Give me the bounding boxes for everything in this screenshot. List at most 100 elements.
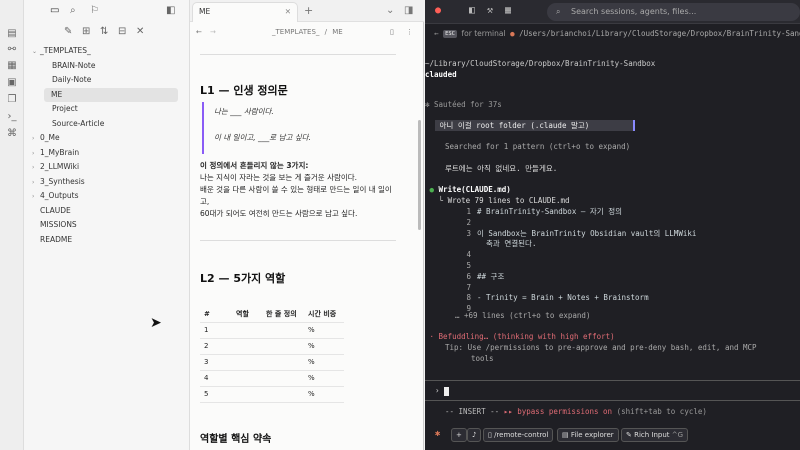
file-explorer-button[interactable]: ▤ File explorer [557,428,619,442]
column-header: 역할 [232,306,262,323]
table-cell[interactable]: % [304,322,344,339]
table-cell[interactable]: % [304,338,344,355]
session-search[interactable]: ⌕ Search sessions, agents, files... [547,3,800,21]
prompt-input[interactable]: › [425,385,800,396]
folder-item[interactable]: › 1_MyBrain [24,146,190,161]
sidebar-icon[interactable]: ◧ [469,5,475,16]
file-item[interactable]: README [24,233,190,248]
sidebar-toggle-icon[interactable]: ◧ [166,5,175,16]
paragraph-line-2: 배운 것을 다른 사람이 쓸 수 있는 형태로 만드는 일이 내 일이고, [200,185,392,206]
calendar-icon[interactable]: ▣ [0,77,24,88]
mic-icon[interactable]: ♪ [467,428,482,442]
tools-icon[interactable]: ⚒ [487,5,493,16]
text-cursor [444,386,450,396]
table-row[interactable]: 4% [200,370,344,387]
editor-scrollbar[interactable] [418,120,421,230]
remote-control-button[interactable]: ▯ /remote-control [483,428,554,442]
chevron-right-icon[interactable]: › [32,176,40,190]
table-cell[interactable] [262,386,304,403]
add-button[interactable]: + [451,428,467,442]
table-cell[interactable]: 1 [200,322,232,339]
table-row[interactable]: 3% [200,354,344,371]
tab-me[interactable]: ME ✕ [192,2,298,22]
table-cell[interactable]: % [304,386,344,403]
breadcrumb-folder[interactable]: _TEMPLATES_ [272,28,319,36]
sort-icon[interactable]: ⇅ [100,26,108,37]
table-cell[interactable] [232,322,262,339]
folder-item[interactable]: ⌄ _TEMPLATES_ [24,44,190,59]
table-cell[interactable]: % [304,354,344,371]
rich-input-button[interactable]: ✎ Rich Input ^G [621,428,689,442]
table-cell[interactable]: 5 [200,386,232,403]
table-cell[interactable]: 2 [200,338,232,355]
right-sidebar-icon[interactable]: ◨ [404,5,413,16]
chevron-right-icon[interactable]: › [32,190,40,204]
folder-item[interactable]: › 0_Me [24,131,190,146]
new-folder-icon[interactable]: ⊞ [82,26,90,37]
user-message: 아니 이걸 root folder (.claude 말고) [435,120,635,131]
new-tab-icon[interactable]: + [304,4,313,17]
table-cell[interactable] [232,370,262,387]
folder-item[interactable]: › 3_Synthesis [24,175,190,190]
copy-icon[interactable]: ❐ [0,94,24,105]
file-item[interactable]: Source-Article [24,117,190,132]
paragraph-line-3: 60대가 되어도 여전히 만드는 사람으로 남고 싶다. [200,209,358,218]
chevron-right-icon[interactable]: › [32,147,40,161]
files-icon[interactable]: ▤ [0,28,24,39]
graph-icon[interactable]: ⚯ [0,44,24,55]
table-cell[interactable] [232,386,262,403]
more-options-icon[interactable]: ⋮ [406,22,413,42]
canvas-icon[interactable]: ▦ [0,60,24,71]
file-item[interactable]: Project [24,102,190,117]
chevron-down-icon[interactable]: ⌄ [32,45,40,59]
collapse-icon[interactable]: ⊟ [118,26,126,37]
table-cell[interactable]: 4 [200,370,232,387]
command-icon[interactable]: ⌘ [0,128,24,139]
folder-icon[interactable]: ▭ [50,5,59,16]
chevron-right-icon[interactable]: › [32,132,40,146]
table-row[interactable]: 1% [200,322,344,339]
breadcrumb-file[interactable]: ME [332,28,342,36]
file-item[interactable]: ME [44,87,178,102]
back-arrow-icon[interactable]: ← [196,22,202,42]
reading-view-icon[interactable]: ▯ [390,22,394,42]
table-cell[interactable]: 3 [200,354,232,371]
new-note-icon[interactable]: ✎ [64,26,72,37]
tab-close-icon[interactable]: ✕ [285,3,291,21]
back-icon[interactable]: ← [434,29,439,38]
column-header: 한 줄 정의 [262,306,304,323]
table-cell[interactable] [262,370,304,387]
table-cell[interactable]: % [304,370,344,387]
line-number: 1 [466,207,471,216]
terminal-icon[interactable]: ›_ [0,111,24,122]
code-line: 5 [425,260,800,271]
file-item[interactable]: BRAIN-Note [24,59,190,74]
table-cell[interactable] [232,338,262,355]
line-text [471,283,477,292]
bypass-label[interactable]: ▸▸ bypass permissions on [504,407,612,416]
bookmark-icon[interactable]: ⚐ [90,5,99,16]
table-cell[interactable] [262,322,304,339]
code-line: 3 이 Sandbox는 BrainTrinity Obsidian vault의… [425,228,800,239]
esc-key: ESC [443,30,457,38]
grid-icon[interactable]: ▦ [505,5,511,16]
table-cell[interactable] [232,354,262,371]
table-cell[interactable] [262,338,304,355]
folder-item[interactable]: › 2_LLMWiki [24,160,190,175]
close-icon[interactable]: ✕ [136,26,144,37]
quote-line-2: 이 내 일이고, ___로 남고 싶다. [214,133,311,142]
search-icon[interactable]: ⌕ [70,5,76,16]
file-item[interactable]: MISSIONS [24,218,190,233]
file-item[interactable]: Daily-Note [24,73,190,88]
file-item[interactable]: CLAUDE [24,204,190,219]
table-row[interactable]: 2% [200,338,344,355]
document[interactable]: L1 — 인생 정의문 나는 ___ 사람이다. 이 내 일이고, ___로 남… [190,42,424,450]
window-dot-icon[interactable]: ● [435,5,441,16]
chevron-right-icon[interactable]: › [32,161,40,175]
folder-item[interactable]: › 4_Outputs [24,189,190,204]
table-row[interactable]: 5% [200,386,344,403]
tree-item-label: ME [51,89,63,99]
forward-arrow-icon[interactable]: → [210,22,216,42]
chevron-down-icon[interactable]: ⌄ [386,5,394,16]
table-cell[interactable] [262,354,304,371]
